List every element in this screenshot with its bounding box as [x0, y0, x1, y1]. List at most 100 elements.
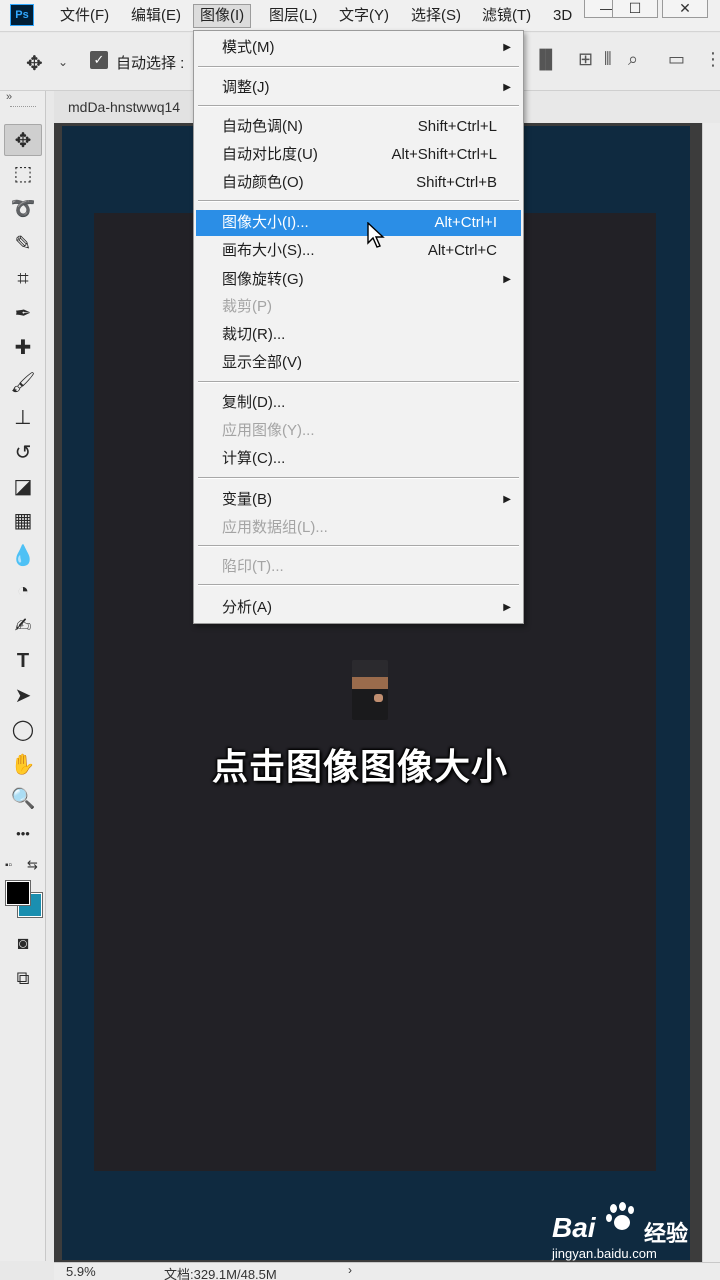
path-selection-tool-icon[interactable]: ➤	[4, 680, 42, 712]
image-menu-dropdown: 模式(M) ▶ 调整(J) ▶ 自动色调(N) Shift+Ctrl+L 自动对比度(…	[193, 30, 524, 624]
document-info: 文档:329.1M/48.5M	[164, 1267, 277, 1280]
menu-separator	[198, 545, 519, 547]
menu-item-analysis[interactable]: 分析(A) ▶	[196, 595, 521, 621]
history-brush-tool-icon[interactable]: ↺	[4, 437, 42, 469]
menu-separator	[198, 381, 519, 383]
menu-item-auto-tone[interactable]: 自动色调(N) Shift+Ctrl+L	[196, 114, 521, 140]
baidu-jingyan-watermark: Bai 经验 jingyan.baidu.com	[552, 1198, 712, 1268]
mouse-cursor-icon	[367, 222, 385, 248]
marquee-tool-icon[interactable]: ⬚	[4, 158, 42, 190]
submenu-arrow-icon: ▶	[503, 494, 511, 505]
menu-item-label: 变量(B)	[222, 491, 272, 508]
submenu-arrow-icon: ▶	[503, 42, 511, 53]
screen-mode-icon[interactable]: ⧉	[4, 962, 42, 994]
menu-item-label: 显示全部(V)	[222, 354, 302, 371]
auto-select-checkbox[interactable]: ✓	[90, 51, 108, 69]
menu-edit[interactable]: 编辑(E)	[131, 4, 181, 28]
menu-separator	[198, 584, 519, 586]
quick-select-tool-icon[interactable]: ✎	[4, 228, 42, 260]
menu-item-calculations[interactable]: 计算(C)...	[196, 446, 521, 472]
more-tools-icon[interactable]: •••	[4, 818, 42, 850]
menu-separator	[198, 66, 519, 68]
menu-item-label: 自动颜色(O)	[222, 174, 304, 191]
paw-icon	[606, 1202, 636, 1232]
zoom-level[interactable]: 5.9%	[66, 1264, 96, 1279]
eyedropper-tool-icon[interactable]: ✒	[4, 298, 42, 330]
collapse-panel-icon[interactable]: »	[6, 91, 12, 103]
menu-3d[interactable]: 3D	[553, 4, 572, 28]
menu-item-mode[interactable]: 模式(M) ▶	[196, 35, 521, 61]
menu-item-image-rotation[interactable]: 图像旋转(G) ▶	[196, 267, 521, 293]
crop-tool-icon[interactable]: ⌗	[4, 263, 42, 295]
distribute-icon[interactable]: ⊞	[578, 49, 593, 70]
menu-item-adjustments[interactable]: 调整(J) ▶	[196, 75, 521, 101]
search-icon[interactable]: ⌕	[628, 49, 638, 70]
menu-item-label: 图像大小(I)...	[222, 214, 309, 231]
menu-item-label: 画布大小(S)...	[222, 242, 315, 259]
chevron-down-icon[interactable]: ⌄	[58, 55, 68, 69]
workspace-icon[interactable]: ▭	[668, 49, 685, 70]
menu-item-shortcut: Shift+Ctrl+B	[416, 174, 497, 191]
swap-colors-icon[interactable]: ⇆	[27, 857, 38, 873]
menu-separator	[198, 105, 519, 107]
menu-item-trim[interactable]: 裁切(R)...	[196, 322, 521, 348]
clone-stamp-tool-icon[interactable]: ⊥	[4, 402, 42, 434]
maximize-button[interactable]: ☐	[612, 0, 658, 18]
watermark-url: jingyan.baidu.com	[552, 1246, 657, 1261]
menu-item-shortcut: Alt+Ctrl+C	[427, 242, 497, 259]
menu-layer[interactable]: 图层(L)	[269, 4, 317, 28]
menu-separator	[198, 200, 519, 202]
menu-item-label: 裁切(R)...	[222, 326, 286, 343]
more-options-icon[interactable]: ⋮	[704, 49, 720, 70]
menu-item-auto-contrast[interactable]: 自动对比度(U) Alt+Shift+Ctrl+L	[196, 142, 521, 168]
foreground-color-swatch[interactable]	[5, 880, 31, 906]
presenter-hand	[374, 694, 383, 702]
healing-brush-tool-icon[interactable]: ✚	[4, 332, 42, 364]
menu-image[interactable]: 图像(I)	[193, 4, 252, 28]
move-tool-preset-icon[interactable]: ✥	[26, 51, 43, 76]
auto-select-label: 自动选择 :	[116, 55, 185, 72]
quick-mask-icon[interactable]: ◙	[4, 927, 42, 959]
video-caption: 点击图像图像大小	[211, 746, 508, 787]
menu-item-trap: 陷印(T)...	[196, 554, 521, 580]
menu-item-label: 应用图像(Y)...	[222, 422, 315, 439]
menu-item-auto-color[interactable]: 自动颜色(O) Shift+Ctrl+B	[196, 170, 521, 196]
photoshop-logo-icon: Ps	[10, 4, 34, 26]
menu-item-label: 陷印(T)...	[222, 558, 284, 575]
pen-tool-icon[interactable]: ✍	[4, 610, 42, 642]
menu-item-label: 图像旋转(G)	[222, 271, 304, 288]
menu-item-shortcut: Alt+Ctrl+I	[434, 214, 497, 231]
menu-type[interactable]: 文字(Y)	[339, 4, 389, 28]
align-bottom-icon[interactable]: ▐▌	[533, 49, 559, 70]
menu-item-variables[interactable]: 变量(B) ▶	[196, 487, 521, 513]
menu-select[interactable]: 选择(S)	[411, 4, 461, 28]
close-button[interactable]: ✕	[662, 0, 708, 18]
default-colors-icon[interactable]: ▪▫	[5, 860, 12, 871]
panel-grip[interactable]	[10, 106, 36, 109]
move-tool-icon[interactable]: ✥	[4, 124, 42, 156]
menu-item-reveal-all[interactable]: 显示全部(V)	[196, 350, 521, 376]
gradient-tool-icon[interactable]: ▦	[4, 505, 42, 537]
menu-item-image-size[interactable]: 图像大小(I)... Alt+Ctrl+I	[196, 210, 521, 236]
distribute-vertical-icon[interactable]: ⫴	[604, 49, 612, 70]
watermark-brand: Bai	[552, 1212, 596, 1243]
menu-item-label: 自动色调(N)	[222, 118, 303, 135]
blur-tool-icon[interactable]: 💧	[4, 540, 42, 572]
menu-filter[interactable]: 滤镜(T)	[482, 4, 531, 28]
right-panel-edge	[702, 123, 720, 1262]
eraser-tool-icon[interactable]: ◪	[4, 471, 42, 503]
menu-file[interactable]: 文件(F)	[60, 4, 109, 28]
presenter-avatar	[352, 660, 388, 720]
menu-item-apply-data-set: 应用数据组(L)...	[196, 515, 521, 541]
chevron-right-icon[interactable]: ›	[348, 1263, 352, 1277]
menu-item-duplicate[interactable]: 复制(D)...	[196, 390, 521, 416]
dodge-tool-icon[interactable]: ◔	[4, 575, 42, 607]
type-tool-icon[interactable]: T	[4, 645, 42, 677]
menu-item-label: 自动对比度(U)	[222, 146, 318, 163]
brush-tool-icon[interactable]: 🖌	[4, 367, 42, 399]
menu-item-canvas-size[interactable]: 画布大小(S)... Alt+Ctrl+C	[196, 238, 521, 264]
menu-item-shortcut: Alt+Shift+Ctrl+L	[391, 146, 497, 163]
menu-item-label: 计算(C)...	[222, 450, 286, 467]
lasso-tool-icon[interactable]: ➰	[4, 193, 42, 225]
document-tab[interactable]: mdDa-hnstwwq14	[54, 91, 204, 123]
